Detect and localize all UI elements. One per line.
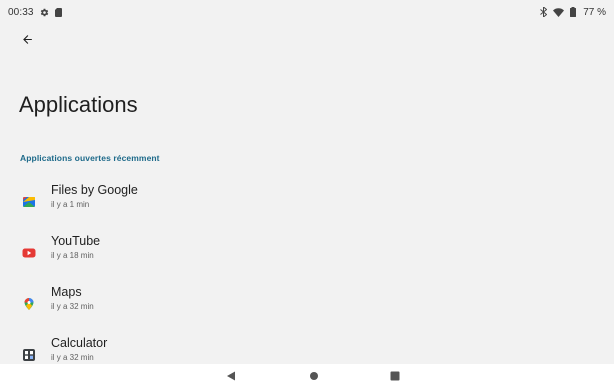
back-button[interactable] [18, 33, 36, 51]
nav-back-button[interactable] [224, 370, 238, 384]
app-last-used: il y a 32 min [51, 302, 94, 311]
app-text: Maps il y a 32 min [51, 285, 94, 311]
sd-card-icon [54, 7, 62, 17]
files-by-google-icon [22, 195, 36, 209]
list-item-youtube[interactable]: YouTube il y a 18 min [0, 227, 614, 278]
bluetooth-icon [540, 7, 548, 17]
battery-icon [570, 7, 577, 17]
list-item-calculator[interactable]: Calculator il y a 32 min [0, 329, 614, 364]
app-text: Files by Google il y a 1 min [51, 183, 138, 209]
app-name: Files by Google [51, 183, 138, 197]
app-name: Calculator [51, 336, 108, 350]
nav-back-icon [226, 368, 236, 386]
nav-home-button[interactable] [307, 370, 321, 384]
calculator-icon [22, 348, 36, 362]
list-item-maps[interactable]: Maps il y a 32 min [0, 278, 614, 329]
arrow-back-icon [21, 33, 34, 51]
page-title: Applications [19, 92, 138, 117]
status-right: 77 % [540, 7, 606, 18]
app-last-used: il y a 32 min [51, 353, 94, 362]
navigation-bar [0, 364, 614, 389]
maps-icon [22, 297, 36, 311]
youtube-icon [22, 246, 36, 260]
app-last-used: il y a 1 min [51, 200, 90, 209]
settings-gear-icon [40, 8, 49, 17]
app-name: YouTube [51, 234, 101, 248]
app-text: Calculator il y a 32 min [51, 336, 107, 362]
nav-recents-icon [390, 368, 400, 386]
app-name: Maps [51, 285, 82, 299]
app-last-used: il y a 18 min [51, 251, 94, 260]
battery-percentage: 77 % [583, 6, 606, 18]
status-left: 00:33 [8, 7, 62, 18]
recent-apps-list: Files by Google il y a 1 min YouTube il … [0, 176, 614, 364]
nav-home-icon [309, 368, 319, 386]
wifi-icon [553, 7, 565, 17]
list-item-files-by-google[interactable]: Files by Google il y a 1 min [0, 176, 614, 227]
status-bar: 00:33 77 % [0, 0, 614, 24]
section-header-recent-apps: Applications ouvertes récemment [20, 153, 160, 163]
status-time: 00:33 [8, 6, 34, 18]
app-text: YouTube il y a 18 min [51, 234, 100, 260]
nav-recents-button[interactable] [388, 370, 402, 384]
